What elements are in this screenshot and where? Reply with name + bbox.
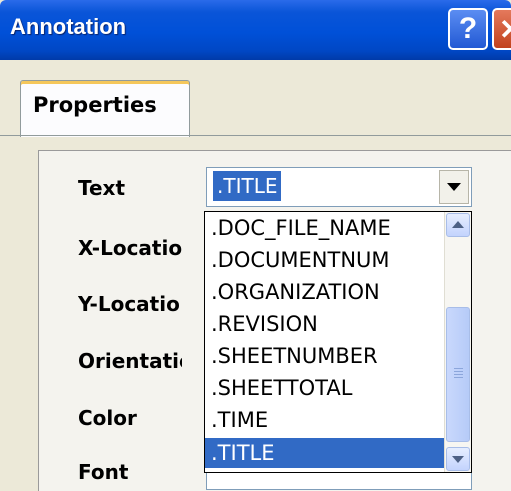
scroll-down-button[interactable] bbox=[446, 447, 470, 471]
tab-divider bbox=[0, 135, 511, 136]
list-item[interactable]: .ORGANIZATION bbox=[205, 278, 445, 306]
text-combobox[interactable]: .TITLE bbox=[206, 167, 472, 207]
list-item[interactable]: .DOC_FILE_NAME bbox=[205, 214, 445, 242]
combo-selected-value: .TITLE bbox=[211, 170, 283, 202]
close-button[interactable]: ✕ bbox=[492, 8, 511, 50]
dropdown-list[interactable]: .DOC_FILE_NAME .DOCUMENTNUM .ORGANIZATIO… bbox=[204, 211, 472, 473]
arrow-down-icon bbox=[452, 456, 464, 463]
list-item[interactable]: .SHEETTOTAL bbox=[205, 374, 445, 402]
label-color: Color bbox=[78, 406, 137, 430]
list-item[interactable]: .DOCUMENTNUM bbox=[205, 246, 445, 274]
tab-properties[interactable]: Properties bbox=[20, 80, 190, 137]
grip-icon bbox=[454, 368, 463, 369]
label-y-location: Y-Locatio bbox=[78, 292, 180, 316]
list-item[interactable]: .SHEETNUMBER bbox=[205, 342, 445, 370]
arrow-up-icon bbox=[452, 221, 464, 228]
help-button[interactable]: ? bbox=[448, 8, 488, 50]
label-text: Text bbox=[78, 176, 126, 200]
list-item[interactable]: .TIME bbox=[205, 406, 445, 434]
close-icon: ✕ bbox=[499, 14, 511, 45]
label-x-location: X-Locatio bbox=[78, 236, 182, 260]
title-bar: Annotation ? ✕ bbox=[0, 0, 511, 60]
question-icon: ? bbox=[458, 12, 478, 45]
combo-dropdown-button[interactable] bbox=[439, 170, 469, 204]
label-font: Font bbox=[78, 460, 129, 484]
chevron-down-icon bbox=[447, 183, 461, 191]
scrollbar[interactable] bbox=[444, 212, 471, 472]
list-item-selected[interactable]: .TITLE bbox=[205, 438, 445, 468]
scroll-thumb[interactable] bbox=[446, 307, 470, 442]
window-title: Annotation bbox=[10, 14, 127, 39]
tab-label: Properties bbox=[33, 93, 157, 117]
label-orientation: Orientatic bbox=[78, 349, 182, 373]
list-item[interactable]: .REVISION bbox=[205, 310, 445, 338]
scroll-up-button[interactable] bbox=[446, 213, 470, 237]
